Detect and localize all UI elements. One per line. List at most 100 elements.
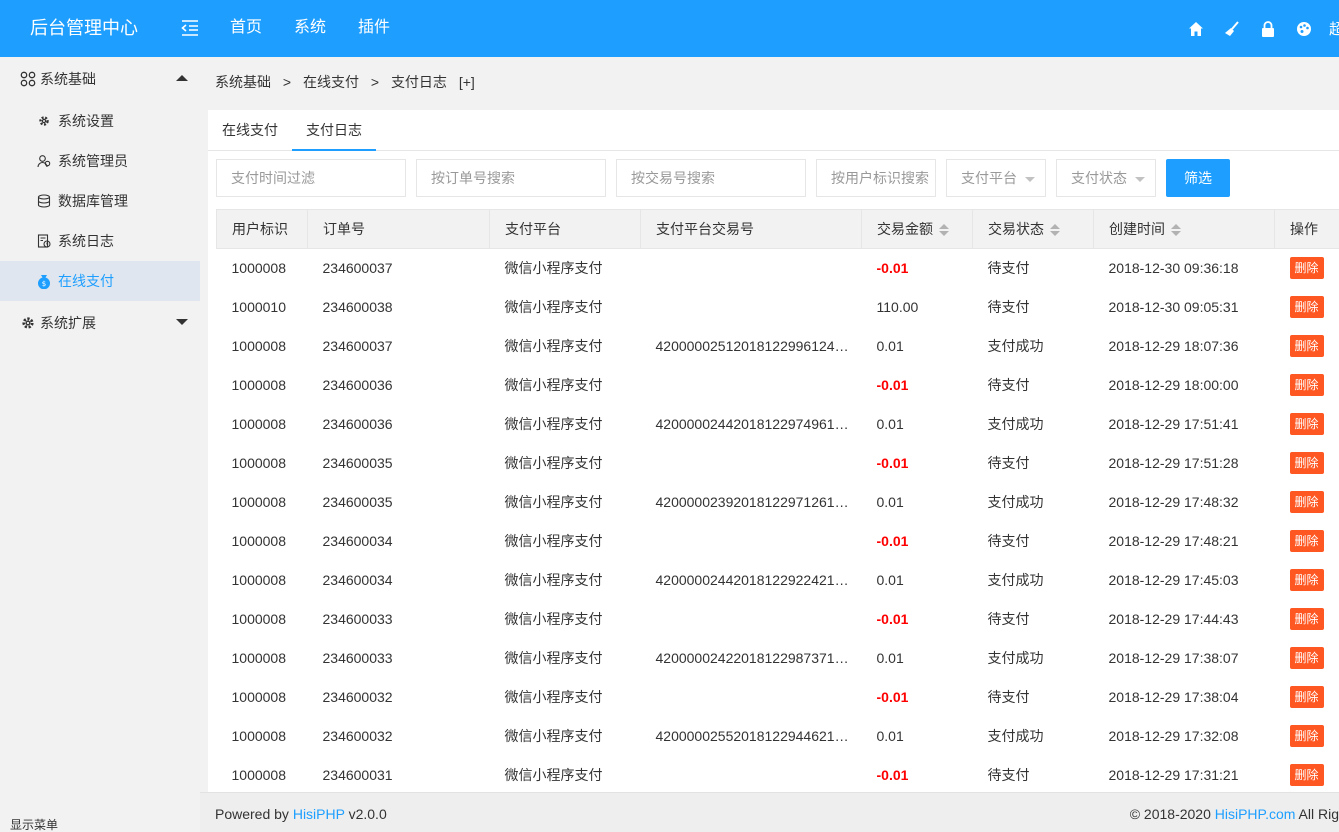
delete-button[interactable]: 删除 xyxy=(1289,530,1324,552)
filter-button[interactable]: 筛选 xyxy=(1166,159,1230,197)
cell-actions: 删除 xyxy=(1275,717,1339,756)
cell-order: 234600031 xyxy=(322,767,393,783)
cell-actions: 删除 xyxy=(1275,288,1339,327)
sidebar-group-basic[interactable]: 系统基础 xyxy=(0,57,200,101)
add-shortcut-button[interactable]: [+] xyxy=(459,74,475,90)
delete-button[interactable]: 删除 xyxy=(1289,491,1324,513)
cell-user: 1000008 xyxy=(231,494,287,510)
delete-button[interactable]: 删除 xyxy=(1289,296,1324,318)
cell-amount: 110.00 xyxy=(876,299,919,315)
lock-icon[interactable] xyxy=(1259,20,1277,38)
menu-toggle-icon[interactable] xyxy=(180,18,200,38)
cell-status: 待支付 xyxy=(987,377,1030,393)
order-search-input[interactable]: 按订单号搜索 xyxy=(416,159,606,197)
cell-user: 1000008 xyxy=(231,611,287,627)
tab-online-pay[interactable]: 在线支付 xyxy=(208,110,292,150)
trade-search-input[interactable]: 按交易号搜索 xyxy=(616,159,806,197)
breadcrumb-item[interactable]: 在线支付 xyxy=(303,74,359,90)
palette-icon[interactable] xyxy=(1295,20,1313,38)
cell-created: 2018-12-29 17:31:21 xyxy=(1108,767,1239,783)
user-search-input[interactable]: 按用户标识搜索 xyxy=(816,159,936,197)
sort-icon[interactable] xyxy=(939,224,949,237)
sidebar-item-label: 系统管理员 xyxy=(58,153,128,169)
status-select[interactable]: 支付状态 xyxy=(1056,159,1156,197)
cell-status: 支付成功 xyxy=(987,572,1044,588)
sidebar-group-extension[interactable]: 系统扩展 xyxy=(0,301,200,345)
cell-order: 234600037 xyxy=(322,260,393,277)
sidebar-item-online-pay[interactable]: $ 在线支付 xyxy=(0,261,200,301)
delete-button[interactable]: 删除 xyxy=(1289,257,1324,280)
powered-by: Powered by HisiPHP v2.0.0 xyxy=(215,806,387,822)
col-created[interactable]: 创建时间 xyxy=(1093,209,1275,249)
cell-status: 待支付 xyxy=(987,611,1030,627)
tab-bar: 在线支付 支付日志 xyxy=(208,110,1339,151)
filter-bar: 支付时间过滤 按订单号搜索 按交易号搜索 按用户标识搜索 支付平台 支付状态 筛… xyxy=(216,159,1230,197)
cell-actions: 删除 xyxy=(1275,249,1339,288)
cell-actions: 删除 xyxy=(1275,561,1339,600)
breadcrumb-item[interactable]: 系统基础 xyxy=(215,74,271,90)
nav-plugins[interactable]: 插件 xyxy=(358,0,390,57)
clear-cache-icon[interactable] xyxy=(1223,20,1241,38)
users-icon xyxy=(36,153,52,169)
cell-platform: 微信小程序支付 xyxy=(504,299,603,315)
cell-platform: 微信小程序支付 xyxy=(504,260,603,277)
sidebar-item-admins[interactable]: 系统管理员 xyxy=(0,141,200,181)
sort-icon[interactable] xyxy=(1171,224,1181,237)
database-icon xyxy=(36,193,52,209)
cell-user: 1000008 xyxy=(231,416,287,432)
col-status[interactable]: 交易状态 xyxy=(972,209,1094,249)
sidebar-item-settings[interactable]: 系统设置 xyxy=(0,101,200,141)
sidebar-item-database[interactable]: 数据库管理 xyxy=(0,181,200,221)
table-row: 1000008 234600036 微信小程序支付 42000002442018122… xyxy=(217,405,1339,444)
home-icon[interactable] xyxy=(1187,20,1205,38)
cell-platform: 微信小程序支付 xyxy=(504,416,603,432)
table-row: 1000010 234600038 微信小程序支付 110.00 待支付 2018-12-… xyxy=(217,288,1339,327)
cell-created: 2018-12-29 17:32:08 xyxy=(1108,728,1239,744)
delete-button[interactable]: 删除 xyxy=(1289,725,1324,747)
cell-created: 2018-12-30 09:05:31 xyxy=(1108,299,1239,315)
cell-trade-no xyxy=(641,249,862,288)
delete-button[interactable]: 删除 xyxy=(1289,452,1324,474)
page-footer: Powered by HisiPHP v2.0.0 © 2018-2020 Hi… xyxy=(200,792,1339,832)
cell-user: 1000008 xyxy=(231,260,287,277)
cell-status: 支付成功 xyxy=(987,494,1044,510)
pay-log-table: 用户标识 订单号 支付平台 支付平台交易号 交易金额 交易状态 创建时间 操作 … xyxy=(216,209,1339,792)
delete-button[interactable]: 删除 xyxy=(1289,647,1324,669)
sidebar-item-logs[interactable]: 系统日志 xyxy=(0,221,200,261)
delete-button[interactable]: 删除 xyxy=(1289,335,1324,357)
table-body: 1000008 234600037 微信小程序支付 -0.01 待支付 2018-12-3… xyxy=(217,249,1339,793)
col-actions: 操作 xyxy=(1274,209,1339,249)
cell-order: 234600038 xyxy=(322,299,393,315)
cell-created: 2018-12-29 18:07:36 xyxy=(1108,338,1239,354)
cell-actions: 删除 xyxy=(1275,483,1339,522)
cell-status: 待支付 xyxy=(987,455,1030,471)
cell-status: 待支付 xyxy=(987,767,1030,783)
app-logo[interactable]: 后台管理中心 xyxy=(30,16,138,40)
sidebar-item-label: 系统设置 xyxy=(58,113,114,129)
platform-select[interactable]: 支付平台 xyxy=(946,159,1046,197)
delete-button[interactable]: 删除 xyxy=(1289,686,1324,708)
delete-button[interactable]: 删除 xyxy=(1289,569,1324,591)
show-menu-toggle[interactable]: 显示菜单 xyxy=(10,816,58,832)
delete-button[interactable]: 删除 xyxy=(1289,374,1324,396)
cell-platform: 微信小程序支付 xyxy=(504,728,603,744)
cell-trade-no: 42000002442018122974961… xyxy=(655,416,849,432)
user-menu[interactable]: 超 xyxy=(1329,18,1339,39)
col-order: 订单号 xyxy=(307,209,490,249)
delete-button[interactable]: 删除 xyxy=(1289,608,1324,630)
tab-pay-log[interactable]: 支付日志 xyxy=(292,110,376,151)
col-amount[interactable]: 交易金额 xyxy=(861,209,973,249)
nav-system[interactable]: 系统 xyxy=(294,0,326,57)
cell-user: 1000008 xyxy=(231,455,287,471)
delete-button[interactable]: 删除 xyxy=(1289,764,1324,786)
sort-icon[interactable] xyxy=(1050,224,1060,237)
table-header-row: 用户标识 订单号 支付平台 支付平台交易号 交易金额 交易状态 创建时间 操作 xyxy=(216,209,1339,249)
cell-created: 2018-12-29 17:44:43 xyxy=(1108,611,1239,627)
nav-home[interactable]: 首页 xyxy=(230,0,262,57)
hisiphp-link[interactable]: HisiPHP xyxy=(293,806,345,822)
apps-icon xyxy=(20,71,36,87)
delete-button[interactable]: 删除 xyxy=(1289,413,1324,435)
cell-amount: 0.01 xyxy=(876,338,904,354)
hisiphp-site-link[interactable]: HisiPHP.com xyxy=(1215,806,1296,822)
pay-time-filter-input[interactable]: 支付时间过滤 xyxy=(216,159,406,197)
